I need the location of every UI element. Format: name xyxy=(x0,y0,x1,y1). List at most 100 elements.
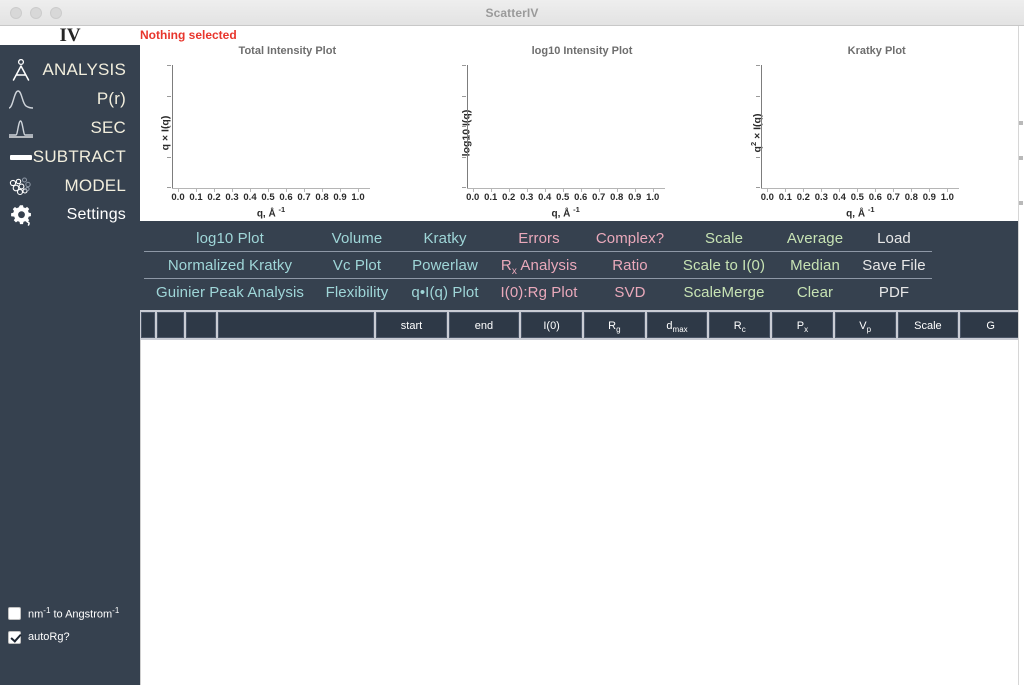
checkbox-label: autoRg? xyxy=(28,631,70,643)
sidebar-item-label: P(r) xyxy=(96,88,126,108)
plot-x-tick-label: 0.3 xyxy=(225,192,239,203)
action-button[interactable]: Rx Analysis xyxy=(492,252,586,279)
action-button[interactable]: Guinier Peak Analysis xyxy=(144,279,316,306)
action-button-panel: log10 Plot Normalized Kratky Guinier Peak … xyxy=(140,221,1024,310)
table-column-header[interactable]: Rg xyxy=(583,312,645,338)
plot-x-tick-label: 0.4 xyxy=(832,192,846,203)
table-column-header[interactable]: dmax xyxy=(646,312,708,338)
table-column-header[interactable] xyxy=(156,312,185,338)
sidebar-item-analysis[interactable]: ANALYSIS xyxy=(0,55,140,84)
plot-x-axis-label: q, Å -1 xyxy=(256,205,286,220)
sidebar-item-sec[interactable]: SEC xyxy=(0,113,140,142)
table-column-header[interactable] xyxy=(217,312,375,338)
title-bar: ScatterIV xyxy=(0,0,1024,26)
scatteriv-window: ScatterIV ANALYSIS P(r) SEC SUBTRACT MOD… xyxy=(0,0,1024,685)
action-button[interactable]: Scale xyxy=(674,225,774,252)
plot-x-tick-label: 0.1 xyxy=(778,192,792,203)
action-button[interactable]: PDF xyxy=(856,279,932,306)
sidebar-item-pr[interactable]: P(r) xyxy=(0,84,140,113)
table-column-header[interactable]: I(0) xyxy=(521,312,582,338)
button-column-complex: Complex? Ratio SVD xyxy=(586,221,674,310)
action-button[interactable]: Flexibility xyxy=(316,279,398,306)
table-column-header[interactable]: Rc xyxy=(709,312,771,338)
action-button[interactable]: Errors xyxy=(492,225,586,252)
action-button[interactable]: Volume xyxy=(316,225,398,252)
table-header-row: start end I(0) Rg dmax Rc Px Vp Scale G xyxy=(140,310,1024,340)
plot-x-tick-label: 0.6 xyxy=(574,192,588,203)
action-button[interactable]: Ratio xyxy=(586,252,674,279)
checkbox-label: nm-1 to Angstrom-1 xyxy=(28,605,120,621)
action-button[interactable]: ScaleMerge xyxy=(674,279,774,306)
plot-panel[interactable]: log10 Intensity Plotlog10 I(q)0.00.10.20… xyxy=(434,45,730,221)
table-column-header[interactable]: Scale xyxy=(897,312,959,338)
plot-x-tick-label: 0.0 xyxy=(171,192,185,203)
action-button[interactable]: Kratky xyxy=(398,225,492,252)
checkbox-nm-to-angstrom[interactable]: nm-1 to Angstrom-1 xyxy=(8,601,138,625)
angstrom-icon xyxy=(8,58,34,82)
sidebar: ANALYSIS P(r) SEC SUBTRACT MODEL Setting… xyxy=(0,45,140,685)
plot-x-tick-label: 0.5 xyxy=(850,192,864,203)
plot-x-tick-label: 0.4 xyxy=(243,192,257,203)
status-message: Nothing selected xyxy=(140,28,237,42)
plot-x-tick-label: 0.9 xyxy=(333,192,347,203)
action-button[interactable]: Average xyxy=(774,225,856,252)
plot-x-tick-label: 1.0 xyxy=(940,192,954,203)
checkbox-box[interactable] xyxy=(8,630,21,644)
plot-x-tick-labels: 0.0 0.1 0.2 0.3 0.4 0.5 0.6 0.7 0.8 0.9 1.0 xyxy=(171,192,370,204)
button-column-scale: Scale Scale to I(0) ScaleMerge xyxy=(674,221,774,310)
action-button[interactable]: Scale to I(0) xyxy=(674,252,774,279)
table-column-header[interactable] xyxy=(186,312,216,338)
plot-x-tick-label: 0.5 xyxy=(261,192,275,203)
sidebar-item-label: SUBTRACT xyxy=(32,146,126,166)
plot-y-axis-line xyxy=(172,65,173,188)
plot-y-axis-line xyxy=(466,65,468,188)
status-strip: Nothing selected xyxy=(140,26,1024,45)
action-button[interactable]: Complex? xyxy=(586,225,674,252)
plot-x-tick-label: 0.9 xyxy=(922,192,936,203)
action-button[interactable]: q•I(q) Plot xyxy=(398,279,492,306)
sidebar-item-label: Settings xyxy=(66,205,126,223)
plot-x-tick-label: 1.0 xyxy=(646,192,660,203)
button-column-volume: Volume Vc Plot Flexibility xyxy=(316,221,398,310)
action-button[interactable]: Normalized Kratky xyxy=(144,252,316,279)
plot-x-tick-label: 0.1 xyxy=(189,192,203,203)
action-button[interactable]: log10 Plot xyxy=(144,225,316,252)
action-button[interactable]: I(0):Rg Plot xyxy=(492,279,586,306)
action-button[interactable]: Powerlaw xyxy=(398,252,492,279)
plot-y-ticks xyxy=(461,65,466,188)
right-scroll-rail[interactable] xyxy=(1018,26,1024,685)
action-button[interactable]: SVD xyxy=(586,279,674,306)
checkbox-autorg[interactable]: autoRg? xyxy=(8,625,138,649)
sidebar-item-settings[interactable]: Settings xyxy=(0,200,140,229)
gear-icon xyxy=(8,203,34,227)
table-column-header[interactable] xyxy=(141,312,155,338)
table-column-header[interactable]: Px xyxy=(772,312,833,338)
table-column-header[interactable]: G xyxy=(960,312,1021,338)
sidebar-checkboxes: nm-1 to Angstrom-1 autoRg? xyxy=(8,601,138,649)
plot-y-ticks xyxy=(166,65,171,188)
sidebar-item-subtract[interactable]: SUBTRACT xyxy=(0,142,140,171)
plot-title: Kratky Plot xyxy=(847,45,906,57)
plot-panel[interactable]: Total Intensity Plot q × I(q) 0.0 0.1 0.2 0.3… xyxy=(140,45,435,221)
plot-title: log10 Intensity Plot xyxy=(531,45,633,57)
plot-x-tick-labels: 0.0 0.1 0.2 0.3 0.4 0.5 0.6 0.7 0.8 0.9 1.0 xyxy=(761,192,959,204)
sidebar-item-model[interactable]: MODEL xyxy=(0,171,140,200)
plot-x-tick-label: 0.0 xyxy=(466,192,480,203)
sec-peak-icon xyxy=(8,116,34,140)
table-column-header[interactable]: Vp xyxy=(834,312,896,338)
action-button[interactable]: Save File xyxy=(856,252,932,279)
beads-model-icon xyxy=(8,174,34,198)
action-button[interactable]: Vc Plot xyxy=(316,252,398,279)
plot-x-tick-label: 0.8 xyxy=(904,192,918,203)
table-body[interactable] xyxy=(140,340,1024,685)
action-button[interactable]: Median xyxy=(774,252,856,279)
table-column-header[interactable]: start xyxy=(376,312,447,338)
action-button[interactable]: Load xyxy=(856,225,932,252)
checkbox-box[interactable] xyxy=(8,606,21,620)
plot-x-tick-label: 0.8 xyxy=(610,192,624,203)
button-column-kratky: Kratky Powerlaw q•I(q) Plot xyxy=(398,221,492,310)
plot-x-tick-label: 0.0 xyxy=(760,192,774,203)
action-button[interactable]: Clear xyxy=(774,279,856,306)
table-column-header[interactable]: end xyxy=(448,312,520,338)
plot-panel[interactable]: Kratky Plot q2 × I(q) 0.0 0.1 0.2 0.3 0.4 0.5 0.… xyxy=(729,45,1024,221)
